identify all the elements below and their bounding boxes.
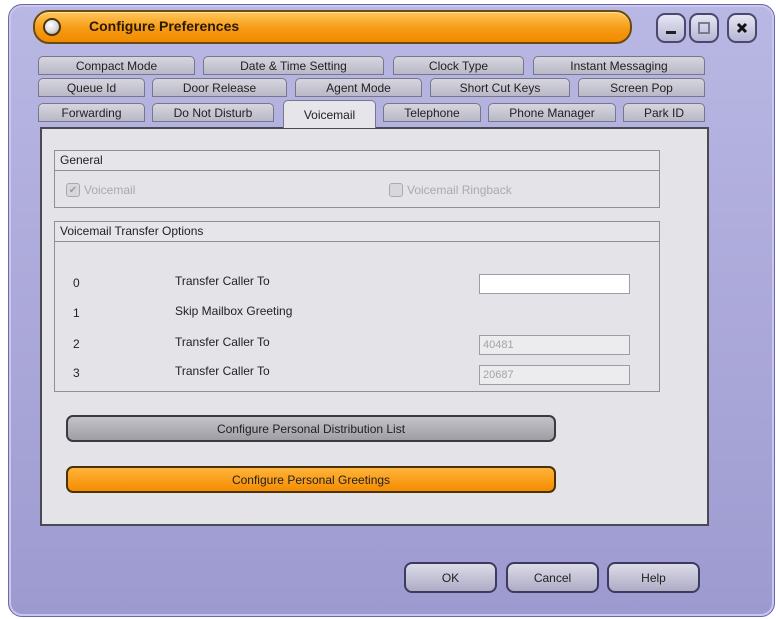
maximize-icon xyxy=(698,22,710,34)
unchecked-box-icon xyxy=(389,183,403,197)
transfer-row-number: 0 xyxy=(73,276,80,290)
configure-distribution-list-button[interactable]: Configure Personal Distribution List xyxy=(66,415,556,442)
transfer-row-number: 2 xyxy=(73,337,80,351)
tab-do-not-disturb[interactable]: Do Not Disturb xyxy=(152,103,274,122)
minimize-button[interactable] xyxy=(656,13,686,43)
general-group-title: General xyxy=(55,151,659,171)
tab-forwarding[interactable]: Forwarding xyxy=(38,103,145,122)
ok-button[interactable]: OK xyxy=(404,562,497,593)
tab-telephone[interactable]: Telephone xyxy=(383,103,481,122)
transfer-row-label: Transfer Caller To xyxy=(175,364,270,378)
configure-greetings-button[interactable]: Configure Personal Greetings xyxy=(66,466,556,493)
tab-screen-pop[interactable]: Screen Pop xyxy=(578,78,705,97)
tab-park-id[interactable]: Park ID xyxy=(623,103,705,122)
transfer-row-number: 3 xyxy=(73,366,80,380)
transfer-2-field[interactable] xyxy=(479,335,630,355)
window-menu-icon[interactable] xyxy=(43,18,61,36)
close-button[interactable] xyxy=(727,13,757,43)
transfer-options-title: Voicemail Transfer Options xyxy=(55,222,659,242)
tab-instant-messaging[interactable]: Instant Messaging xyxy=(533,56,705,75)
transfer-row-label: Transfer Caller To xyxy=(175,274,270,288)
general-group: General xyxy=(54,150,660,208)
close-icon xyxy=(736,22,748,34)
title-bar[interactable]: Configure Preferences xyxy=(33,10,632,44)
tab-clock-type[interactable]: Clock Type xyxy=(393,56,524,75)
voicemail-checkbox-label: Voicemail xyxy=(84,183,136,197)
tab-compact-mode[interactable]: Compact Mode xyxy=(38,56,195,75)
tab-voicemail[interactable]: Voicemail xyxy=(283,100,376,128)
tab-door-release[interactable]: Door Release xyxy=(152,78,287,97)
tab-phone-manager[interactable]: Phone Manager xyxy=(488,103,616,122)
minimize-icon xyxy=(666,31,676,34)
voicemail-checkbox[interactable]: ✔ Voicemail xyxy=(66,183,135,197)
transfer-0-field[interactable] xyxy=(479,274,630,294)
tab-queue-id[interactable]: Queue Id xyxy=(38,78,145,97)
transfer-row-label: Skip Mailbox Greeting xyxy=(175,304,293,318)
maximize-button[interactable] xyxy=(689,13,719,43)
help-button[interactable]: Help xyxy=(607,562,700,593)
transfer-row-number: 1 xyxy=(73,306,80,320)
tab-agent-mode[interactable]: Agent Mode xyxy=(295,78,422,97)
window-title: Configure Preferences xyxy=(89,18,240,34)
voicemail-ringback-label: Voicemail Ringback xyxy=(407,183,512,197)
transfer-3-field[interactable] xyxy=(479,365,630,385)
voicemail-ringback-checkbox[interactable]: Voicemail Ringback xyxy=(389,183,512,197)
tab-date-time-setting[interactable]: Date & Time Setting xyxy=(203,56,384,75)
checkmark-icon: ✔ xyxy=(66,183,80,197)
transfer-row-label: Transfer Caller To xyxy=(175,335,270,349)
cancel-button[interactable]: Cancel xyxy=(506,562,599,593)
tab-short-cut-keys[interactable]: Short Cut Keys xyxy=(430,78,570,97)
